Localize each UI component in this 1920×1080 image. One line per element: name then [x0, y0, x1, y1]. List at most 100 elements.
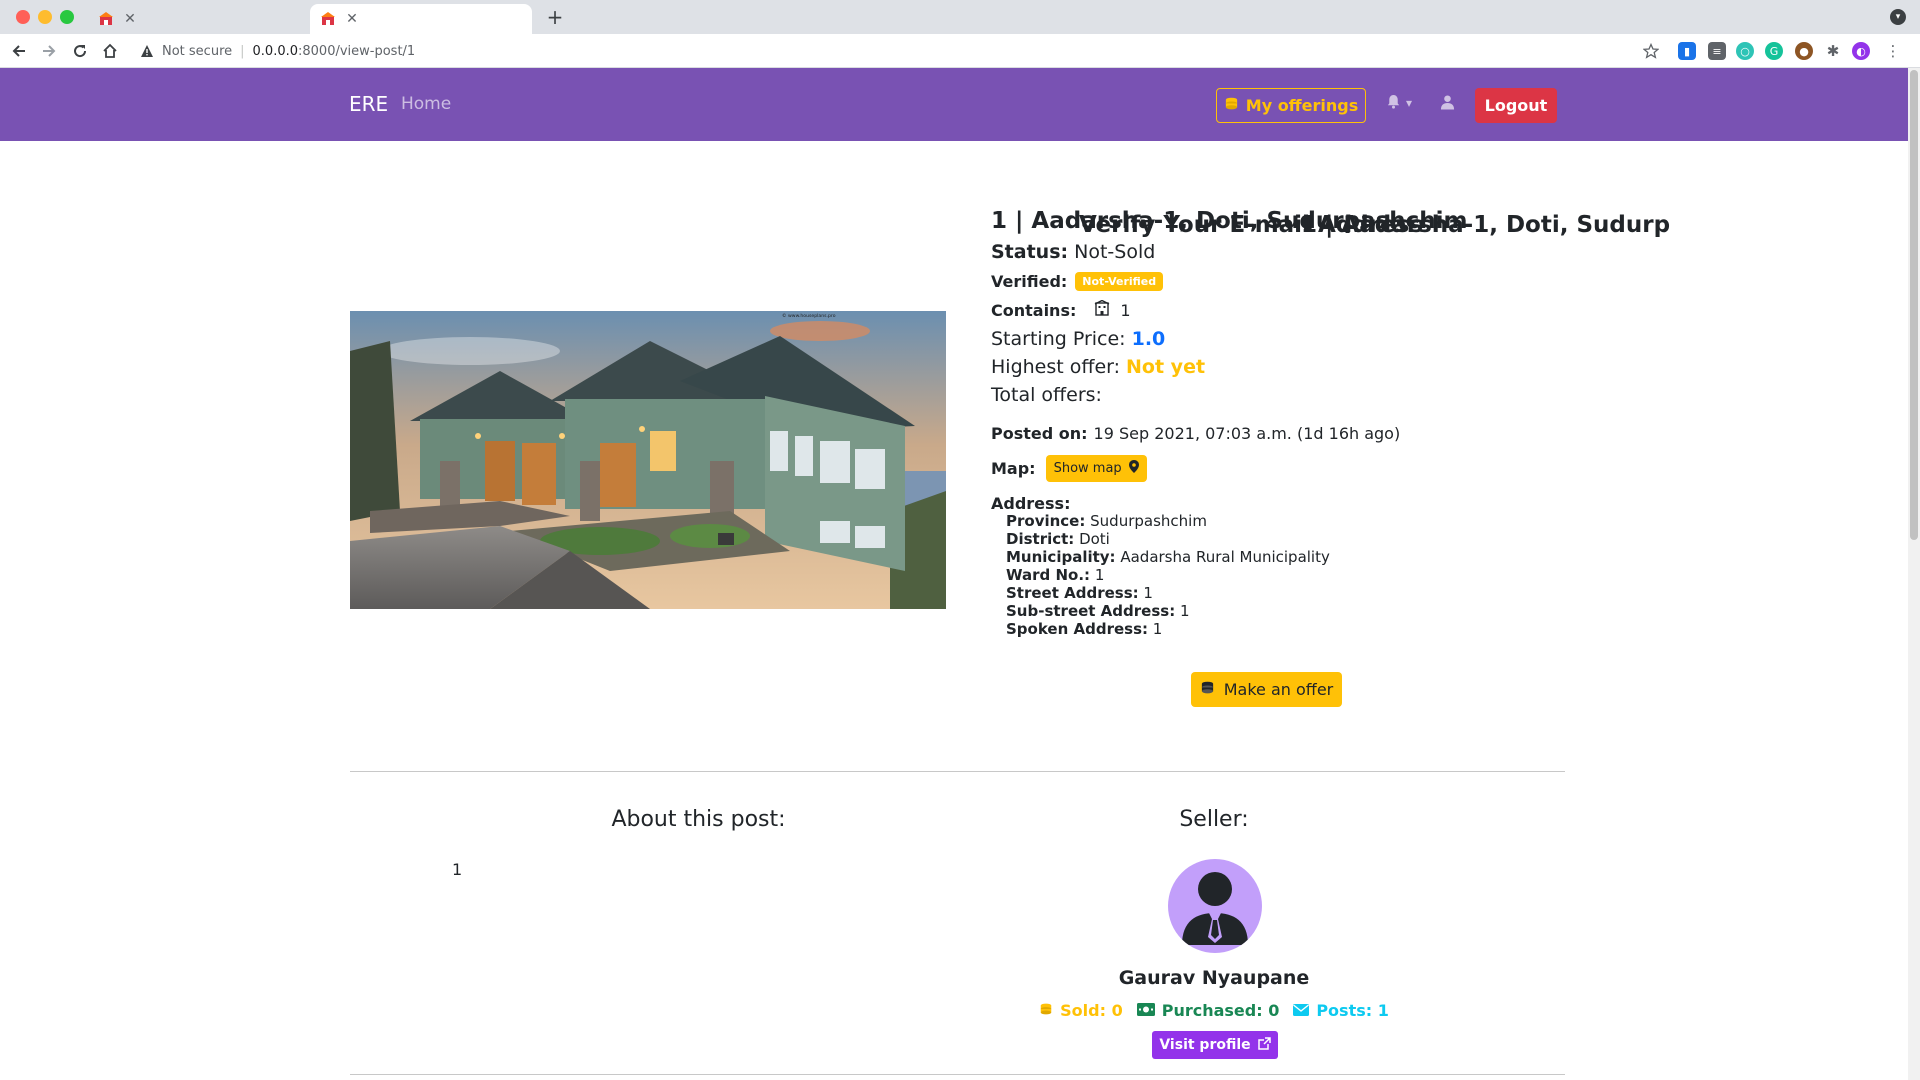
visit-profile-button[interactable]: Visit profile [1152, 1031, 1278, 1059]
money-bill-icon [1136, 1001, 1155, 1020]
cookie-icon[interactable]: ● [1795, 42, 1813, 60]
status-value: Not-Sold [1074, 241, 1156, 263]
navbar-home-link[interactable]: Home [401, 94, 451, 114]
bell-icon [1386, 94, 1401, 112]
verified-badge: Not-Verified [1075, 272, 1164, 291]
purchased-label: Purchased: 0 [1161, 1001, 1280, 1020]
purchased-stat: Purchased: 0 [1136, 1001, 1280, 1020]
starting-price-value: 1.0 [1131, 328, 1166, 350]
logout-button[interactable]: Logout [1475, 88, 1557, 123]
highest-offer-row: Highest offer: Not yet [991, 356, 1205, 378]
bottom-divider [350, 1074, 1565, 1075]
verified-row: Verified: Not-Verified [991, 272, 1164, 291]
building-icon [1094, 299, 1110, 320]
url-separator: | [240, 43, 245, 59]
sold-label: Sold: 0 [1060, 1001, 1123, 1020]
property-photo: © www.houseplans.pro [350, 311, 946, 609]
street-value: 1 [1143, 584, 1153, 602]
url-host: 0.0.0.0 [252, 43, 298, 59]
status-row: Status: Not-Sold [991, 241, 1155, 263]
highest-offer-label: Highest offer: [991, 356, 1121, 378]
seller-stats: Sold: 0 Purchased: 0 Posts: 1 [1038, 1001, 1390, 1020]
tab-close-icon[interactable]: ✕ [344, 11, 360, 27]
contains-label: Contains: [991, 300, 1077, 320]
status-label: Status: [991, 241, 1069, 263]
url-path: :8000/view-post/1 [298, 43, 416, 59]
user-account-link[interactable] [1440, 94, 1455, 114]
browser-tab-strip: Verify Your E-mail Address ✕ 1 | Aadarsh… [0, 0, 1920, 238]
image-watermark: © www.houseplans.pro [782, 312, 836, 319]
address-label: Address: [991, 494, 1071, 513]
substreet-value: 1 [1179, 602, 1190, 620]
show-map-label: Show map [1053, 461, 1122, 476]
starting-price-label: Starting Price: [991, 328, 1126, 350]
address-spoken: Spoken Address: 1 [1006, 620, 1162, 638]
make-offer-button[interactable]: Make an offer [1191, 672, 1342, 707]
verified-label: Verified: [991, 272, 1068, 291]
extensions-puzzle-icon[interactable]: ✱ [1824, 42, 1842, 60]
posts-label: Posts: 1 [1316, 1001, 1389, 1020]
spoken-value: 1 [1152, 620, 1163, 638]
caret-down-icon: ▾ [1406, 96, 1413, 110]
ward-value: 1 [1094, 566, 1105, 584]
extension-badge-icon[interactable]: ▮ [1678, 42, 1696, 60]
make-offer-label: Make an offer [1223, 680, 1334, 699]
window-maximize-button[interactable] [60, 10, 74, 24]
browser-tab-verify-email[interactable]: Verify Your E-mail Address ✕ [88, 4, 1423, 238]
my-offerings-label: My offerings [1245, 96, 1359, 115]
notifications-dropdown[interactable]: ▾ [1386, 94, 1412, 112]
visit-profile-label: Visit profile [1159, 1037, 1251, 1053]
total-offers-row: Total offers: [991, 384, 1102, 406]
window-minimize-button[interactable] [38, 10, 52, 24]
starting-price-row: Starting Price: 1.0 [991, 328, 1165, 350]
substreet-label: Sub-street Address: [1006, 602, 1176, 620]
seller-avatar [1168, 859, 1262, 953]
address-ward: Ward No.: 1 [1006, 566, 1104, 584]
security-label: Not secure [162, 43, 233, 59]
my-offerings-button[interactable]: My offerings [1216, 88, 1366, 123]
home-icon[interactable] [99, 40, 121, 62]
browser-toolbar: Not secure | 0.0.0.0:8000/view-post/1 ▮ … [0, 34, 1920, 68]
coins-icon [1224, 96, 1239, 115]
bookmark-star-icon[interactable] [1640, 40, 1662, 62]
post-title: 1 | Aadarsha-1, Doti, Sudurpashchim [991, 208, 1468, 234]
extension-ring-icon[interactable]: ○ [1736, 42, 1754, 60]
coins-icon [1039, 1001, 1053, 1020]
spoken-label: Spoken Address: [1006, 620, 1149, 638]
scrollbar-thumb[interactable] [1910, 70, 1918, 540]
new-tab-icon[interactable]: + [544, 6, 566, 28]
seller-name: Gaurav Nyaupane [1118, 967, 1310, 989]
tab-search-icon[interactable]: ▾ [1890, 9, 1906, 25]
warning-triangle-icon [140, 43, 156, 59]
ward-label: Ward No.: [1006, 566, 1091, 584]
reader-mode-icon[interactable]: ≡ [1708, 42, 1726, 60]
site-favicon-icon [320, 11, 336, 27]
site-navbar: ERE Home My offerings ▾ Logout [0, 68, 1920, 141]
back-arrow-icon[interactable] [8, 40, 30, 62]
municipality-value: Aadarsha Rural Municipality [1120, 548, 1330, 566]
browser-tab-view-post[interactable]: 1 | Aadarsha-1, Doti, Sudurp ✕ [310, 4, 1670, 238]
address-province: Province: Sudurpashchim [1006, 512, 1207, 530]
page-scrollbar[interactable] [1908, 68, 1920, 1080]
province-label: Province: [1006, 512, 1086, 530]
browser-menu-icon[interactable]: ⋮ [1884, 42, 1902, 60]
forward-arrow-icon[interactable] [38, 40, 60, 62]
window-close-button[interactable] [16, 10, 30, 24]
map-row: Map: Show map [991, 455, 1147, 482]
about-body: 1 [452, 860, 463, 879]
district-label: District: [1006, 530, 1075, 548]
section-divider [350, 771, 1565, 772]
address-street: Street Address: 1 [1006, 584, 1153, 602]
show-map-button[interactable]: Show map [1045, 455, 1147, 482]
tab-close-icon[interactable]: ✕ [122, 11, 138, 27]
profile-avatar-icon[interactable]: ◐ [1852, 42, 1870, 60]
navbar-brand[interactable]: ERE [349, 92, 388, 116]
address-bar[interactable]: Not secure | 0.0.0.0:8000/view-post/1 [132, 38, 1662, 64]
reload-icon[interactable] [69, 40, 91, 62]
site-favicon-icon [98, 11, 114, 27]
contains-row: Contains: 1 [991, 299, 1131, 320]
posts-stat: Posts: 1 [1293, 1001, 1389, 1020]
street-label: Street Address: [1006, 584, 1139, 602]
grammarly-icon[interactable]: G [1765, 42, 1783, 60]
user-icon [1440, 95, 1455, 114]
